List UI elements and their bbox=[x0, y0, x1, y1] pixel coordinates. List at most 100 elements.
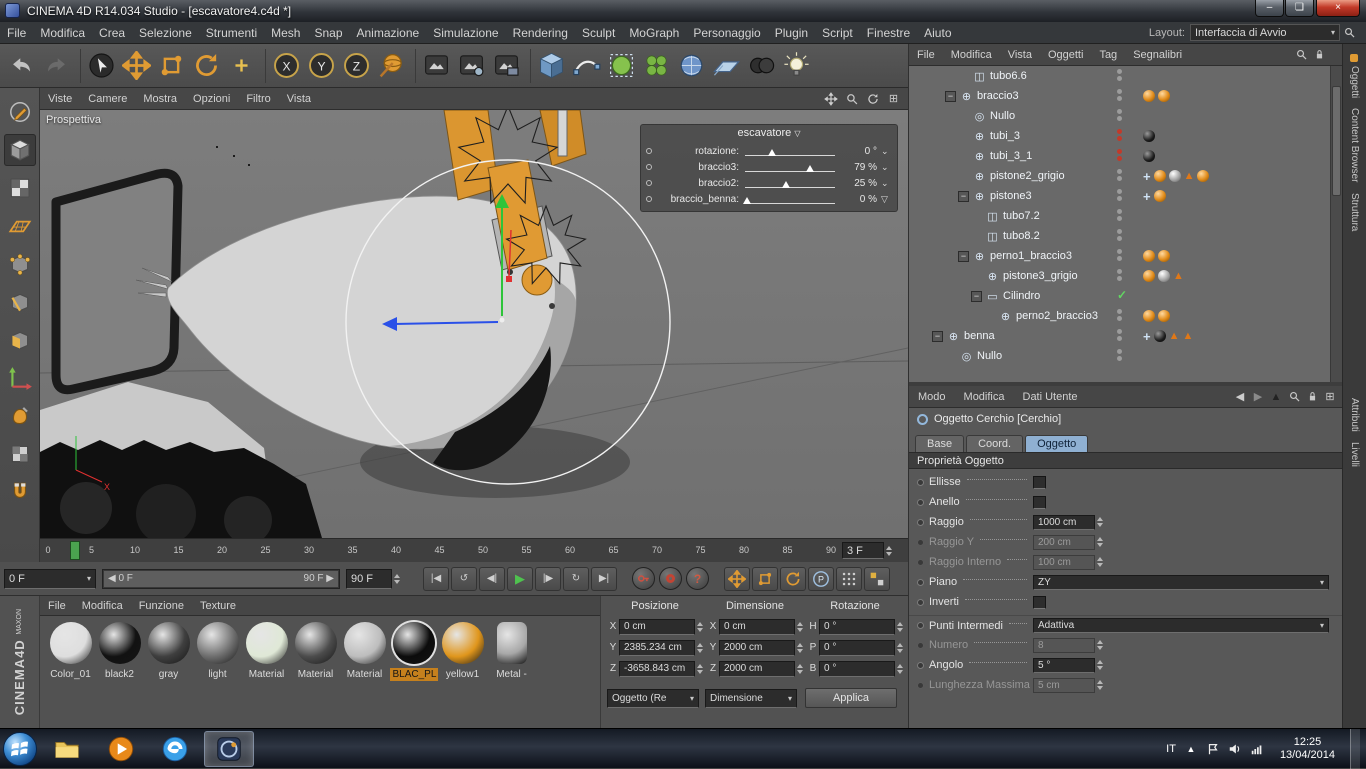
spinner-icon[interactable] bbox=[697, 618, 703, 636]
paint-tool-icon[interactable] bbox=[4, 400, 36, 432]
spinner-icon[interactable] bbox=[394, 570, 400, 588]
menu-item-personaggio[interactable]: Personaggio bbox=[686, 23, 767, 43]
viewport-scene[interactable]: Prospettiva bbox=[40, 110, 908, 538]
keyframe-dot-icon[interactable] bbox=[917, 682, 924, 689]
side-tab-oggetti[interactable]: Oggetti bbox=[1349, 54, 1360, 98]
tree-item-perno2-braccio3[interactable]: ⊕perno2_braccio3 bbox=[909, 306, 1331, 326]
hud-panel[interactable]: escavatore ▽ rotazione:0 °⌄braccio3:79 %… bbox=[640, 124, 898, 212]
value-field[interactable]: 100 cm bbox=[1033, 555, 1095, 570]
value-field[interactable]: 200 cm bbox=[1033, 535, 1095, 550]
clock[interactable]: 12:25 13/04/2014 bbox=[1272, 736, 1343, 762]
hud-slider-handle[interactable] bbox=[806, 161, 814, 172]
tree-item-perno1-braccio3[interactable]: −⊕perno1_braccio3 bbox=[909, 246, 1331, 266]
spinner-icon[interactable] bbox=[897, 618, 903, 636]
texture-tag-gray[interactable] bbox=[1169, 170, 1181, 182]
render-queue-icon[interactable] bbox=[489, 48, 524, 83]
pan-icon[interactable] bbox=[820, 90, 841, 108]
om-scrollbar-thumb[interactable] bbox=[1332, 86, 1341, 196]
autokeying-button[interactable] bbox=[659, 567, 682, 590]
texture-tag-orange[interactable] bbox=[1197, 170, 1209, 182]
menu-item-animazione[interactable]: Animazione bbox=[350, 23, 427, 43]
material-menu-modifica[interactable]: Modifica bbox=[74, 600, 131, 612]
light-icon[interactable] bbox=[779, 48, 814, 83]
range-bar[interactable]: ◀ 0 F 90 F ▶ bbox=[104, 571, 338, 587]
tree-item-tubo8-2[interactable]: ◫tubo8.2 bbox=[909, 226, 1331, 246]
chevron-down-icon[interactable]: ▽ bbox=[881, 194, 888, 205]
visibility-dots[interactable] bbox=[1117, 268, 1122, 282]
hud-slider-handle[interactable] bbox=[768, 145, 776, 156]
spinner-icon[interactable] bbox=[897, 660, 903, 678]
coord-value-field[interactable]: 0 cm bbox=[619, 619, 695, 635]
collapse-toggle[interactable]: − bbox=[958, 251, 969, 262]
material-item[interactable]: Color_01 bbox=[46, 622, 95, 681]
search-icon[interactable] bbox=[1285, 389, 1303, 405]
workplane-mode-icon[interactable] bbox=[4, 210, 36, 242]
hud-slider-track[interactable] bbox=[745, 194, 835, 204]
tab-oggetto[interactable]: Oggetto bbox=[1025, 435, 1088, 452]
value-field[interactable]: 5 ° bbox=[1033, 658, 1095, 673]
spinner-icon[interactable] bbox=[797, 639, 803, 657]
om-menu-oggetti[interactable]: Oggetti bbox=[1040, 49, 1091, 61]
tree-item-pistone3-grigio[interactable]: ⊕pistone3_grigio▲ bbox=[909, 266, 1331, 286]
warning-icon[interactable]: ▲ bbox=[1182, 331, 1193, 342]
render-view-icon[interactable] bbox=[419, 48, 454, 83]
next-frame-button[interactable]: |▶ bbox=[535, 567, 561, 591]
keyframe-dot-icon[interactable] bbox=[917, 519, 924, 526]
language-indicator[interactable]: IT bbox=[1166, 743, 1176, 755]
action-center-icon[interactable] bbox=[1205, 741, 1221, 757]
volume-icon[interactable] bbox=[1227, 741, 1243, 757]
keyframe-dot-icon[interactable] bbox=[917, 599, 924, 606]
keyframe-circle-icon[interactable] bbox=[646, 196, 652, 202]
menu-item-sculpt[interactable]: Sculpt bbox=[575, 23, 622, 43]
spinner-icon[interactable] bbox=[1097, 553, 1103, 571]
viewport-menu-opzioni[interactable]: Opzioni bbox=[185, 93, 238, 105]
om-menu-tag[interactable]: Tag bbox=[1091, 49, 1125, 61]
render-settings-icon[interactable] bbox=[454, 48, 489, 83]
om-scrollbar[interactable] bbox=[1330, 66, 1342, 382]
start-button[interactable] bbox=[0, 729, 40, 769]
timeline-playhead[interactable] bbox=[70, 541, 80, 560]
explorer-icon[interactable] bbox=[42, 731, 92, 767]
cinema4d-taskbar-icon[interactable] bbox=[204, 731, 254, 767]
coord-size-dropdown[interactable]: Dimensione ▾ bbox=[705, 689, 797, 708]
end-frame-field[interactable]: 90 F bbox=[346, 569, 410, 589]
close-button[interactable]: × bbox=[1316, 0, 1360, 17]
keyframe-selection-button[interactable] bbox=[864, 567, 890, 591]
checkbox[interactable] bbox=[1033, 596, 1046, 609]
om-menu-modifica[interactable]: Modifica bbox=[943, 49, 1000, 61]
constraint-tag-icon[interactable]: + bbox=[1143, 170, 1151, 183]
edges-mode-icon[interactable] bbox=[4, 286, 36, 318]
previous-frame-button[interactable]: ◀| bbox=[479, 567, 505, 591]
range-slider[interactable]: ◀ 0 F 90 F ▶ bbox=[102, 569, 340, 589]
media-player-icon[interactable] bbox=[96, 731, 146, 767]
keyframe-dot-icon[interactable] bbox=[917, 479, 924, 486]
deformer-icon[interactable] bbox=[674, 48, 709, 83]
texture-tag-orange[interactable] bbox=[1158, 250, 1170, 262]
hud-slider-handle[interactable] bbox=[743, 193, 751, 204]
warning-icon[interactable]: ▲ bbox=[1173, 271, 1184, 282]
spinner-icon[interactable] bbox=[1097, 533, 1103, 551]
value-field[interactable]: 1000 cm bbox=[1033, 515, 1095, 530]
visibility-dots[interactable] bbox=[1117, 248, 1122, 262]
subdivision-surface-icon[interactable] bbox=[604, 48, 639, 83]
tree-item-pistone2-grigio[interactable]: ⊕pistone2_grigio+▲ bbox=[909, 166, 1331, 186]
menu-item-crea[interactable]: Crea bbox=[92, 23, 132, 43]
dropdown-field[interactable]: ZY▾ bbox=[1033, 575, 1329, 590]
menu-item-script[interactable]: Script bbox=[815, 23, 860, 43]
menu-item-strumenti[interactable]: Strumenti bbox=[199, 23, 264, 43]
points-mode-icon[interactable] bbox=[4, 248, 36, 280]
visibility-dots[interactable] bbox=[1117, 128, 1122, 142]
maximize-icon[interactable]: ⊞ bbox=[883, 90, 904, 108]
material-item[interactable]: Material bbox=[291, 622, 340, 681]
spinner-icon[interactable] bbox=[1097, 636, 1103, 654]
orbit-icon[interactable] bbox=[862, 90, 883, 108]
chevron-down-icon[interactable]: ⌄ bbox=[881, 178, 889, 189]
point-level-animation-button[interactable] bbox=[836, 567, 862, 591]
tree-item-tubi-3[interactable]: ⊕tubi_3 bbox=[909, 126, 1331, 146]
next-key-button[interactable]: ↻ bbox=[563, 567, 589, 591]
menu-item-finestre[interactable]: Finestre bbox=[860, 23, 917, 43]
menu-item-aiuto[interactable]: Aiuto bbox=[917, 23, 958, 43]
keyframe-dot-icon[interactable] bbox=[917, 539, 924, 546]
tree-item-tubi-3-1[interactable]: ⊕tubi_3_1 bbox=[909, 146, 1331, 166]
search-icon[interactable] bbox=[1292, 47, 1310, 63]
